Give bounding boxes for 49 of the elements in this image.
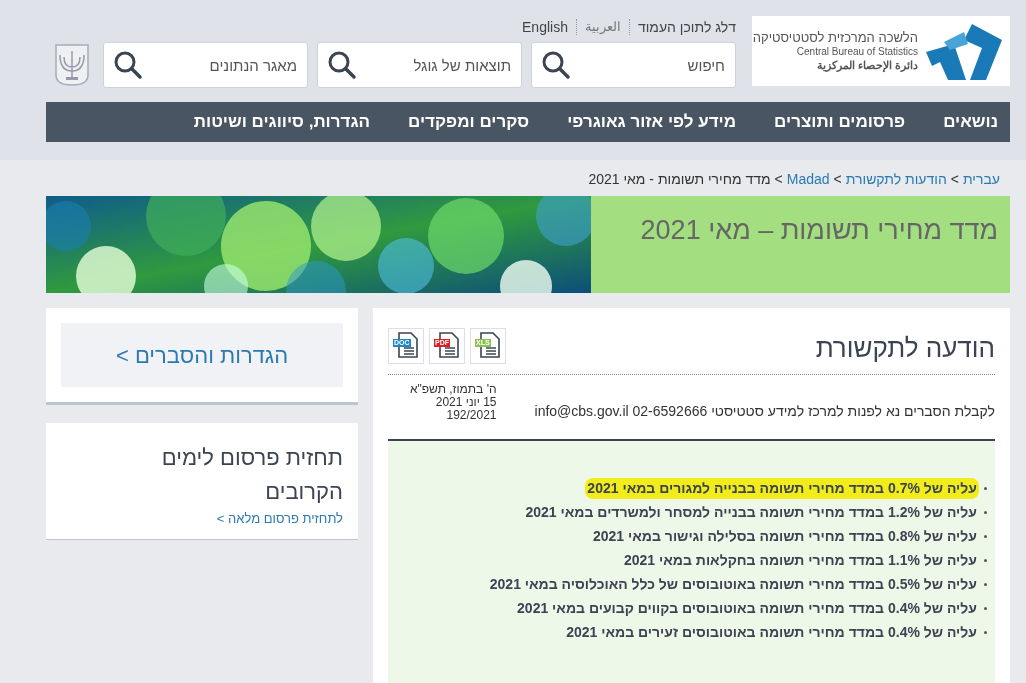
breadcrumb-link[interactable]: Madad [786, 169, 830, 190]
search-icon [541, 50, 571, 80]
language-link[interactable]: العربية [584, 17, 621, 37]
logo-icon [924, 22, 1004, 80]
highlight-item: עליה של 0.8% במדד מחירי תשומה בסלילה וגישור במאי 2021 [592, 527, 978, 546]
language-link[interactable]: דלג לתוכן העמוד [637, 16, 736, 38]
logo-title: הלשכה המרכזית לסטטיסטיקה [752, 29, 918, 46]
highlight-item: עליה של 0.4% במדד מחירי תשומה באוטובוסים בקווים קבועים במאי 2021 [516, 599, 978, 618]
bullet-icon [984, 487, 987, 490]
page-title: מדד מחירי תשומות – מאי 2021 [639, 214, 998, 247]
contact-text: לקבלת הסברים נא לפנות למרכז למידע סטטיסטי 02-6592666 info@cbs.gov.il [534, 401, 995, 421]
highlight-item: עליה של 0.5% במדד מחירי תשומה באוטובוסים של כלל האוכלוסיה במאי 2021 [488, 575, 978, 594]
breadcrumb-link[interactable]: עברית [962, 169, 1000, 190]
logo-subtitle: Central Bureau of Statistics [796, 46, 918, 59]
forecast-title: תחזית פרסום לימים הקרובים [160, 444, 343, 506]
highlight-item: עליה של 1.2% במדד מחירי תשומה בבנייה למסחר ולמשרדים במאי 2021 [524, 503, 978, 522]
article-heading: הודעה לתקשורת [815, 332, 995, 365]
nav-item[interactable]: מידע לפי אזור גאוגרפי [567, 109, 737, 135]
nav-item[interactable]: פרסומים ותוצרים [774, 109, 906, 135]
search-icon [327, 50, 357, 80]
release-date: 192/2021 [446, 409, 497, 422]
forecast-link[interactable]: לתחזית פרסום מלאה > [216, 509, 343, 529]
search-icon [113, 50, 143, 80]
search-field[interactable]: תוצאות של גוגל [317, 42, 522, 88]
bullet-icon [984, 607, 987, 610]
release-date: 15 יוני 2021 [435, 396, 497, 409]
nav-item[interactable]: הגדרות, סיווגים ושיטות [193, 109, 371, 135]
bullet-icon [984, 583, 987, 586]
highlight-item: עליה של 0.7% במדד מחירי תשומה בבנייה למגורים במאי 2021 [585, 478, 979, 499]
bullet-icon [984, 631, 987, 634]
breadcrumb-link[interactable]: הודעות לתקשורת [845, 169, 947, 190]
breadcrumb-separator: > [774, 170, 783, 189]
breadcrumb-separator: > [833, 170, 842, 189]
nav-item[interactable]: נושאים [943, 109, 998, 135]
language-link[interactable]: English [522, 16, 568, 38]
bullet-icon [984, 559, 987, 562]
current-page-label: מדד מחירי תשומות - מאי 2021 [588, 170, 771, 189]
nav-item[interactable]: סקרים ומפקדים [408, 109, 530, 135]
bullet-icon [984, 511, 987, 514]
search-field[interactable]: מאגר הנתונים [103, 42, 308, 88]
search-field[interactable]: חיפוש [531, 42, 736, 88]
release-date: ה' בתמוז, תשפ"א [410, 383, 497, 396]
breadcrumb-separator: > [950, 170, 959, 189]
highlight-item: עליה של 1.1% במדד מחירי תשומה בחקלאות במאי 2021 [623, 551, 978, 570]
emblem-icon [54, 43, 90, 87]
logo-subtitle: دائرة الإحصاء المركزية [816, 58, 918, 73]
definitions-button[interactable]: הגדרות והסברים > [61, 323, 343, 387]
highlight-item: עליה של 0.4% במדד מחירי תשומה באוטובוסים זעירים במאי 2021 [565, 623, 978, 642]
bullet-icon [984, 535, 987, 538]
